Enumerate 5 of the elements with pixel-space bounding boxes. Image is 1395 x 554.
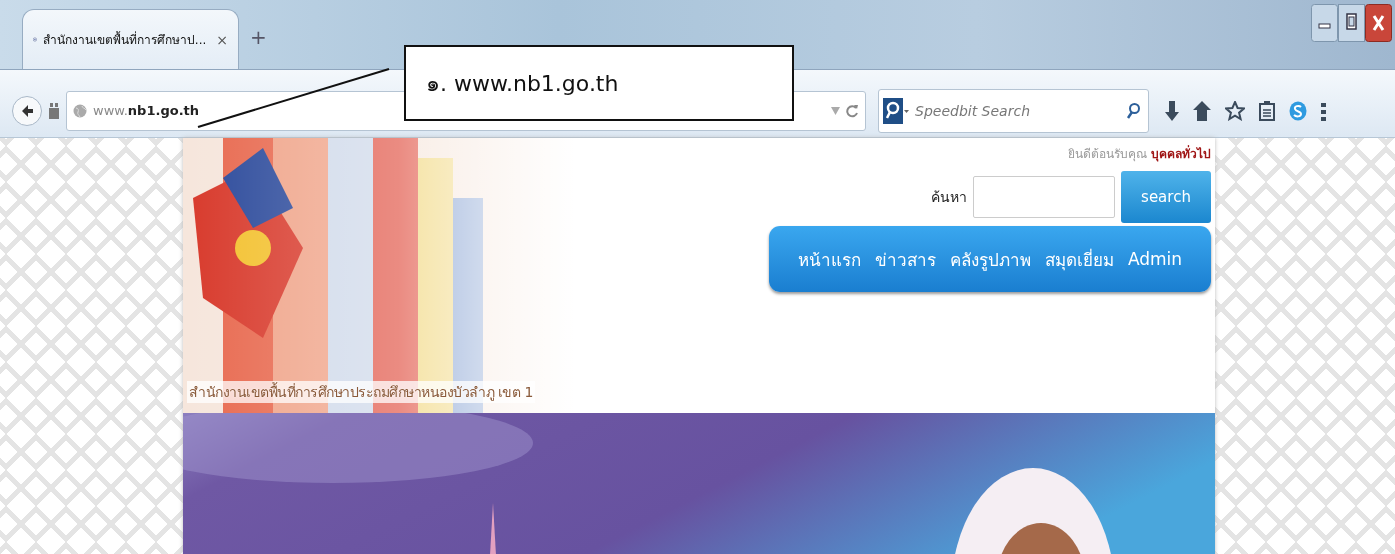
- callout-note: ๑. www.nb1.go.th: [404, 45, 794, 121]
- url-text: www.nb1.go.th: [93, 103, 200, 118]
- search-label: ค้นหา: [931, 188, 967, 207]
- welcome-text: ยินดีต้อนรับคุณ บุคคลทั่วไป: [1068, 144, 1211, 163]
- tab-title: สำนักงานเขตพื้นที่การศึกษาป...: [42, 30, 207, 49]
